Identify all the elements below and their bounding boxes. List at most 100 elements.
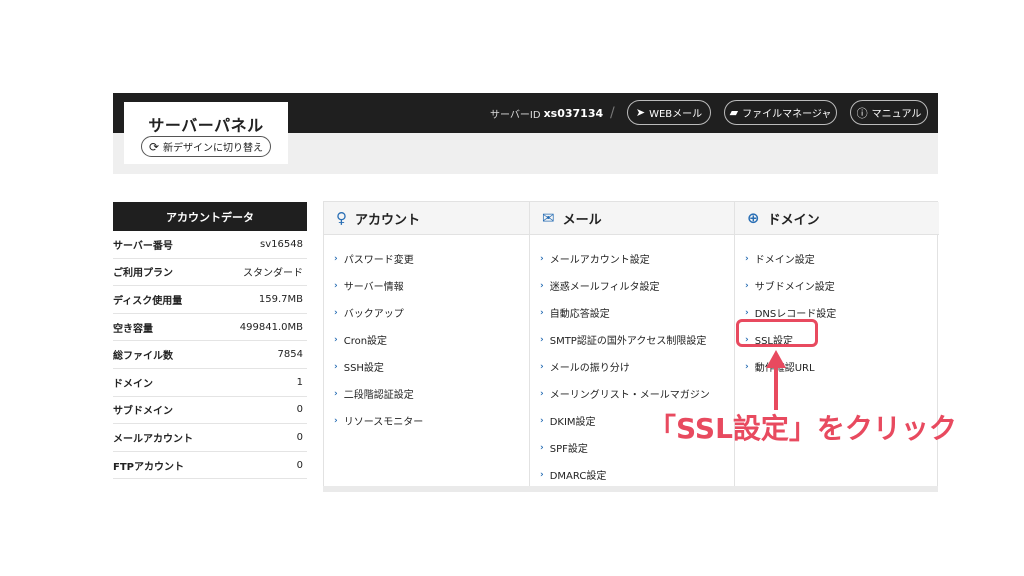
account-key: ディスク使用量	[113, 295, 183, 307]
chevron-right-icon: ›	[540, 442, 544, 453]
account-value: 0	[296, 404, 303, 416]
ssl-highlight-box	[736, 319, 818, 347]
account-key: 空き容量	[113, 323, 153, 335]
question-icon: ⓘ	[856, 106, 868, 120]
account-column-header: ♀ アカウント	[324, 202, 529, 235]
server-id-value: xs037134	[543, 106, 604, 120]
account-row: メールアカウント 0	[113, 424, 307, 452]
domain-column-title: ドメイン	[767, 212, 820, 228]
account-row: サブドメイン 0	[113, 397, 307, 425]
panel-footer	[323, 486, 938, 492]
menu-item-password[interactable]: › パスワード変更	[324, 245, 529, 272]
account-column-title: アカウント	[355, 212, 421, 228]
menu-item-label: DNSレコード設定	[754, 309, 837, 320]
logo-area: サーバーパネル ⟳ 新デザインに切り替え	[124, 102, 288, 164]
menu-item-domain-settings[interactable]: › ドメイン設定	[735, 245, 939, 272]
menu-item-label: メールの振り分け	[549, 363, 630, 374]
account-value: スタンダード	[243, 268, 303, 280]
menu-item-backup[interactable]: › バックアップ	[324, 299, 529, 326]
chevron-right-icon: ›	[334, 253, 338, 264]
account-value: 499841.0MB	[239, 321, 303, 333]
account-value: 0	[296, 459, 303, 471]
menu-item-label: ドメイン設定	[754, 255, 815, 266]
account-row: サーバー番号 sv16548	[113, 231, 307, 259]
file-manager-button[interactable]: ▰ ファイルマネージャ	[724, 100, 837, 125]
menu-item-label: DMARC設定	[549, 471, 607, 482]
menu-item-server-info[interactable]: › サーバー情報	[324, 272, 529, 299]
menu-item-mail-sorting[interactable]: › メールの振り分け	[530, 353, 734, 380]
menu-panel: ♀ アカウント › パスワード変更 › サーバー情報 › バックアップ › Cron設定…	[323, 201, 939, 492]
account-key: ご利用プラン	[113, 268, 173, 280]
menu-item-cron[interactable]: › Cron設定	[324, 326, 529, 353]
menu-item-label: サーバー情報	[343, 282, 404, 293]
menu-item-subdomain-settings[interactable]: › サブドメイン設定	[735, 272, 939, 299]
menu-item-label: 迷惑メールフィルタ設定	[549, 282, 660, 293]
account-value: 1	[296, 376, 303, 388]
switch-design-label: 新デザインに切り替え	[163, 143, 264, 154]
account-row: ご利用プラン スタンダード	[113, 259, 307, 287]
menu-item-ssh[interactable]: › SSH設定	[324, 353, 529, 380]
menu-item-auto-reply[interactable]: › 自動応答設定	[530, 299, 734, 326]
account-key: FTPアカウント	[113, 461, 184, 473]
menu-item-label: 二段階認証設定	[343, 390, 414, 401]
chevron-right-icon: ›	[540, 361, 544, 372]
domain-column-header: ⊕ ドメイン	[735, 202, 939, 235]
account-row: ドメイン 1	[113, 369, 307, 397]
menu-item-mail-account[interactable]: › メールアカウント設定	[530, 245, 734, 272]
menu-item-dmarc[interactable]: › DMARC設定	[530, 461, 734, 488]
chevron-right-icon: ›	[540, 253, 544, 264]
chevron-right-icon: ›	[540, 307, 544, 318]
chevron-right-icon: ›	[334, 307, 338, 318]
menu-item-spam-filter[interactable]: › 迷惑メールフィルタ設定	[530, 272, 734, 299]
menu-item-label: Cron設定	[343, 336, 388, 347]
menu-item-label: SMTP認証の国外アクセス制限設定	[549, 336, 707, 347]
account-column: ♀ アカウント › パスワード変更 › サーバー情報 › バックアップ › Cron設定…	[324, 202, 529, 486]
envelope-icon: ✉	[542, 208, 555, 227]
menu-item-mailing-list[interactable]: › メーリングリスト・メールマガジン	[530, 380, 734, 407]
chevron-right-icon: ›	[745, 280, 749, 291]
account-value: 7854	[277, 349, 303, 361]
account-row: FTPアカウント 0	[113, 452, 307, 480]
account-value: 159.7MB	[258, 293, 303, 305]
mail-column-header: ✉ メール	[530, 202, 734, 235]
chevron-right-icon: ›	[745, 253, 749, 264]
menu-item-label: メールアカウント設定	[549, 255, 650, 266]
paper-plane-icon: ➤	[635, 106, 646, 119]
menu-item-label: リソースモニター	[343, 417, 424, 428]
chevron-right-icon: ›	[540, 469, 544, 480]
account-key: サーバー番号	[113, 240, 173, 252]
menu-item-label: DKIM設定	[549, 417, 596, 428]
account-value: 0	[296, 431, 303, 443]
menu-item-label: サブドメイン設定	[754, 282, 835, 293]
globe-icon: ⊕	[747, 208, 760, 227]
chevron-right-icon: ›	[334, 388, 338, 399]
menu-item-smtp-restriction[interactable]: › SMTP認証の国外アクセス制限設定	[530, 326, 734, 353]
account-key: ドメイン	[113, 378, 153, 390]
webmail-button[interactable]: ➤ WEBメール	[627, 100, 711, 125]
menu-item-label: メーリングリスト・メールマガジン	[549, 390, 710, 401]
server-id-label: サーバーID	[490, 109, 541, 121]
chevron-right-icon: ›	[334, 334, 338, 345]
header-separator: /	[610, 105, 615, 121]
chevron-right-icon: ›	[540, 415, 544, 426]
menu-item-2fa[interactable]: › 二段階認証設定	[324, 380, 529, 407]
folder-icon: ▰	[729, 106, 739, 119]
menu-item-resource-monitor[interactable]: › リソースモニター	[324, 407, 529, 434]
account-value: sv16548	[260, 238, 303, 250]
menu-item-label: SSH設定	[343, 363, 384, 374]
chevron-right-icon: ›	[540, 280, 544, 291]
switch-design-button[interactable]: ⟳ 新デザインに切り替え	[141, 136, 271, 157]
chevron-right-icon: ›	[540, 334, 544, 345]
file-manager-label: ファイルマネージャ	[742, 109, 832, 120]
mail-column-title: メール	[562, 212, 602, 228]
refresh-icon: ⟳	[148, 139, 160, 154]
chevron-right-icon: ›	[745, 361, 749, 372]
menu-item-label: バックアップ	[343, 309, 404, 320]
menu-item-label: 自動応答設定	[549, 309, 610, 320]
account-data-list: サーバー番号 sv16548 ご利用プラン スタンダード ディスク使用量 159.7M…	[113, 231, 307, 480]
manual-label: マニュアル	[871, 109, 922, 120]
manual-button[interactable]: ⓘ マニュアル	[850, 100, 928, 125]
user-icon: ♀	[336, 208, 347, 227]
page-title: サーバーパネル	[148, 116, 264, 135]
account-data-header: アカウントデータ	[113, 202, 307, 231]
